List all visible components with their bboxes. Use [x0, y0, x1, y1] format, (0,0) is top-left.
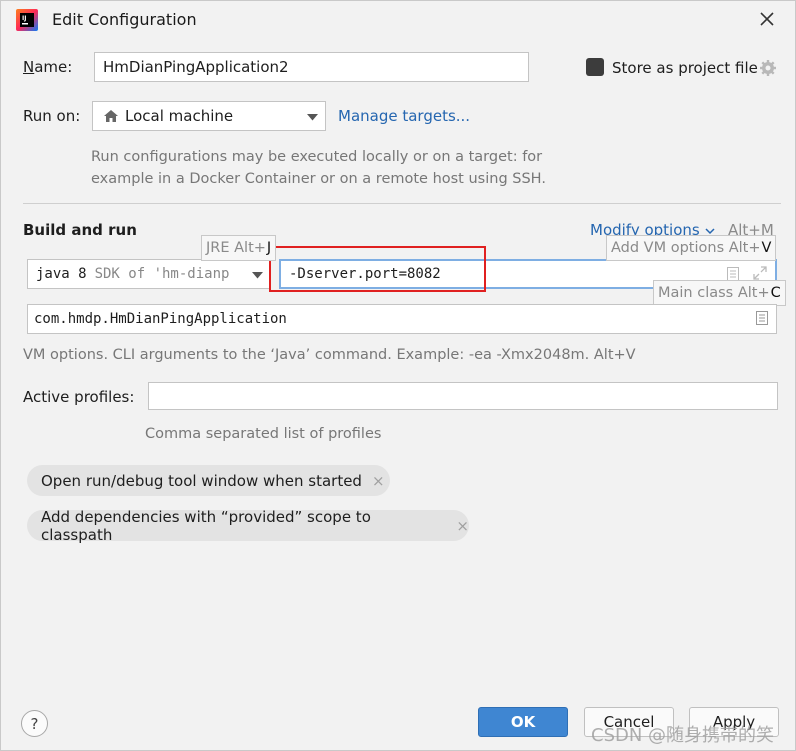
intellij-idea-icon: IJ	[16, 9, 38, 31]
vm-tooltip-text: Add VM options Alt+	[611, 240, 761, 256]
jre-tooltip-text: JRE Alt+	[206, 240, 266, 256]
vm-tooltip-key: V	[761, 240, 772, 256]
main-class-value: com.hmdp.HmDianPingApplication	[34, 311, 287, 327]
chevron-down-icon	[704, 228, 715, 235]
vm-options-tooltip: Add VM options Alt+ V	[606, 235, 777, 261]
run-on-select[interactable]: Local machine	[92, 101, 326, 131]
build-and-run-heading: Build and run	[23, 221, 137, 239]
document-icon[interactable]	[756, 311, 768, 325]
chip-add-dependencies[interactable]: Add dependencies with “provided” scope t…	[27, 507, 469, 544]
store-as-project-file-label[interactable]: Store as project file	[612, 59, 758, 77]
chip-remove-icon[interactable]: ×	[372, 472, 385, 490]
title-bar: IJ Edit Configuration	[1, 1, 795, 39]
jre-select[interactable]: java 8 SDK of 'hm-dianp	[27, 259, 271, 289]
run-on-description-line1: Run configurations may be executed local…	[91, 149, 543, 165]
vm-options-help: VM options. CLI arguments to the ‘Java’ …	[23, 347, 636, 363]
close-button[interactable]	[753, 5, 781, 33]
expand-icon[interactable]	[753, 266, 767, 280]
jre-value: java 8	[36, 266, 87, 282]
run-on-description-line2: example in a Docker Container or on a re…	[91, 171, 546, 187]
help-button[interactable]: ?	[21, 710, 48, 737]
chevron-down-icon	[307, 114, 318, 121]
ok-button[interactable]: OK	[478, 707, 568, 737]
home-icon	[104, 110, 118, 122]
main-class-tooltip-text: Main class Alt+	[658, 285, 770, 301]
chevron-down-icon	[252, 272, 263, 279]
chip-label: Add dependencies with “provided” scope t…	[41, 507, 371, 544]
jre-tooltip-key: J	[266, 240, 272, 256]
name-label: Name:	[23, 58, 73, 76]
main-class-tooltip-key: C	[770, 285, 781, 301]
active-profiles-input[interactable]	[148, 382, 778, 410]
run-on-label: Run on:	[23, 107, 81, 125]
gear-icon[interactable]	[759, 59, 777, 77]
jre-hint: SDK of 'hm-dianp	[94, 266, 230, 282]
name-input[interactable]: HmDianPingApplication2	[94, 52, 529, 82]
main-class-input[interactable]: com.hmdp.HmDianPingApplication	[27, 304, 777, 334]
chip-label: Open run/debug tool window when started	[41, 471, 362, 490]
highlight-box	[269, 246, 486, 292]
active-profiles-label: Active profiles:	[23, 388, 135, 406]
manage-targets-link[interactable]: Manage targets...	[338, 107, 470, 125]
active-profiles-hint: Comma separated list of profiles	[145, 426, 382, 442]
separator	[23, 203, 781, 204]
watermark: CSDN @随身携带的笑	[591, 725, 775, 746]
jre-tooltip: JRE Alt+ J	[201, 235, 277, 261]
store-as-project-file-checkbox[interactable]	[586, 58, 604, 76]
chip-open-tool-window[interactable]: Open run/debug tool window when started …	[27, 465, 390, 496]
svg-text:IJ: IJ	[22, 15, 26, 22]
run-on-selected: Local machine	[125, 107, 234, 125]
main-class-tooltip: Main class Alt+ C	[653, 280, 786, 306]
window-title: Edit Configuration	[52, 10, 197, 29]
chip-remove-icon[interactable]: ×	[456, 517, 469, 535]
close-icon	[760, 12, 774, 26]
document-icon[interactable]	[727, 267, 739, 281]
edit-configuration-dialog: IJ Edit Configuration Name: HmDianPingAp…	[0, 0, 796, 751]
